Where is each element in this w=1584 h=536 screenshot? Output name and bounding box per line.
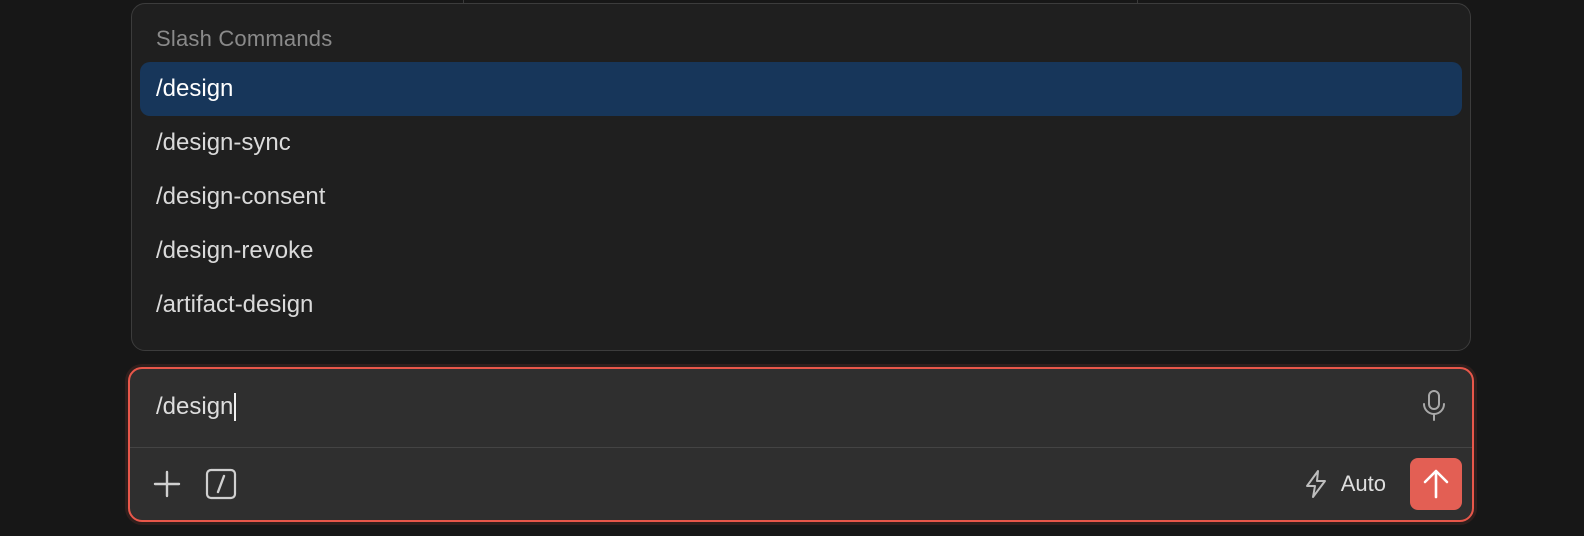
microphone-icon[interactable] [1420, 389, 1448, 423]
slash-commands-popup: Slash Commands /design /design-sync /des… [131, 3, 1471, 351]
plus-icon [153, 470, 181, 498]
send-button[interactable] [1410, 458, 1462, 510]
app-window: Slash Commands /design /design-sync /des… [0, 0, 1584, 536]
command-item-design-sync[interactable]: /design-sync [140, 116, 1462, 170]
command-item-design-consent[interactable]: /design-consent [140, 170, 1462, 224]
arrow-up-icon [1423, 469, 1449, 499]
message-input[interactable]: /design [156, 393, 237, 421]
message-input-text: /design [156, 393, 234, 420]
composer-divider [130, 447, 1472, 448]
command-item-design[interactable]: /design [140, 62, 1462, 116]
text-caret [234, 393, 237, 421]
slash-commands-button[interactable] [204, 467, 238, 501]
mode-label: Auto [1340, 471, 1386, 496]
command-item-design-revoke[interactable]: /design-revoke [140, 224, 1462, 278]
command-list: /design /design-sync /design-consent /de… [140, 62, 1462, 332]
command-item-artifact-design[interactable]: /artifact-design [140, 278, 1462, 332]
mode-selector[interactable]: Auto [1303, 467, 1386, 501]
popup-header: Slash Commands [156, 26, 333, 51]
lightning-icon [1305, 470, 1326, 498]
add-attachment-button[interactable] [150, 467, 184, 501]
message-composer: /design Auto [128, 367, 1474, 522]
slash-command-icon [205, 468, 237, 500]
